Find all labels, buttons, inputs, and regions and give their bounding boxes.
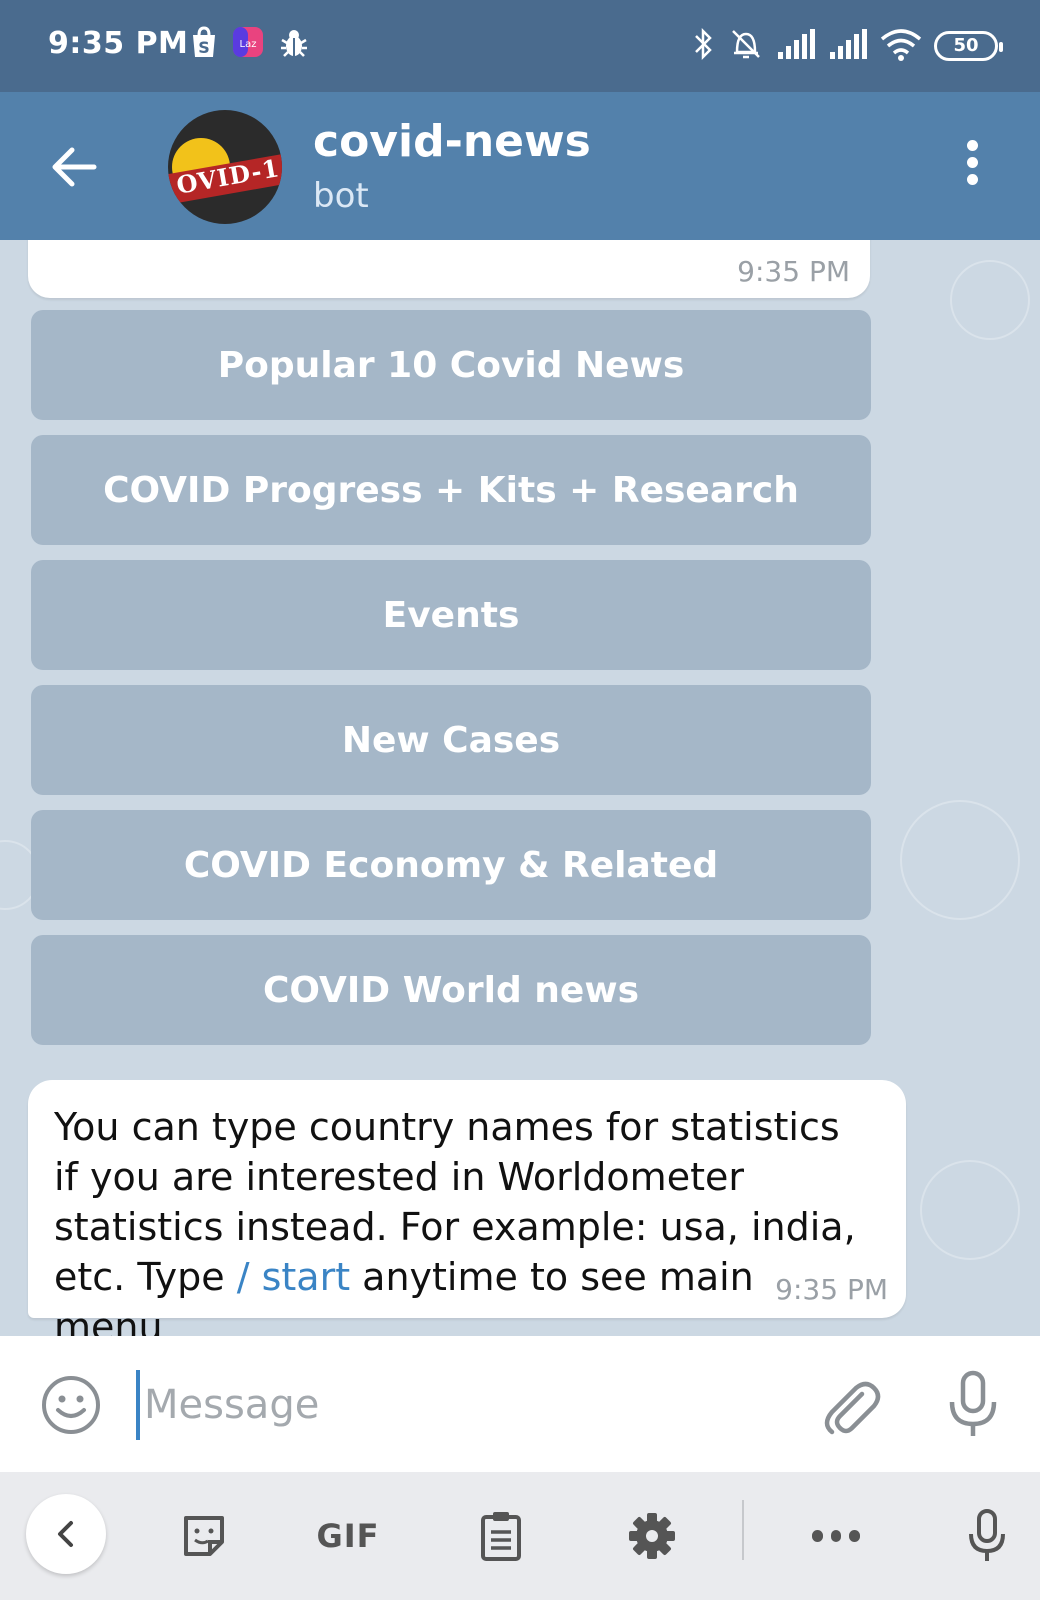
sticker-icon bbox=[184, 1516, 224, 1556]
economy-related-button[interactable]: COVID Economy & Related bbox=[31, 810, 871, 920]
bot-message-bubble: You can type country names for statistic… bbox=[28, 1080, 906, 1336]
more-icon bbox=[812, 1530, 823, 1542]
avatar[interactable]: OVID-1 bbox=[168, 110, 282, 224]
back-button[interactable] bbox=[42, 134, 108, 200]
settings-button[interactable] bbox=[624, 1500, 680, 1572]
background-doodle bbox=[900, 800, 1020, 920]
bug-icon bbox=[278, 26, 310, 62]
gear-icon bbox=[629, 1513, 675, 1559]
clipboard-icon bbox=[481, 1512, 521, 1561]
battery-indicator: 50 bbox=[934, 31, 1003, 61]
bot-message-text: You can type country names for statistic… bbox=[54, 1105, 856, 1336]
svg-text:Laz: Laz bbox=[240, 39, 257, 50]
world-news-button[interactable]: COVID World news bbox=[31, 935, 871, 1045]
new-cases-button[interactable]: New Cases bbox=[31, 685, 871, 795]
keyboard-toolbar: GIF bbox=[0, 1472, 1040, 1600]
lazada-icon: Laz bbox=[232, 26, 264, 62]
voice-input-button[interactable] bbox=[962, 1500, 1012, 1572]
wifi-icon bbox=[880, 27, 922, 65]
previous-message-bubble: 9:35 PM bbox=[28, 240, 870, 298]
chat-title[interactable]: covid-news bbox=[313, 116, 591, 167]
message-time: 9:35 PM bbox=[737, 255, 850, 288]
keyboard-back-button[interactable] bbox=[26, 1494, 106, 1574]
more-tools-button[interactable] bbox=[808, 1500, 864, 1572]
status-app-icons: S Laz bbox=[190, 26, 310, 62]
chat-subtitle: bot bbox=[313, 176, 369, 216]
progress-kits-research-button[interactable]: COVID Progress + Kits + Research bbox=[31, 435, 871, 545]
chat-header: OVID-1 covid-news bot bbox=[0, 92, 1040, 240]
more-vertical-icon bbox=[966, 140, 978, 151]
chevron-left-icon bbox=[58, 1521, 73, 1547]
popular-news-button[interactable]: Popular 10 Covid News bbox=[31, 310, 871, 420]
more-options-button[interactable] bbox=[960, 140, 984, 190]
status-time: 9:35 PM bbox=[48, 26, 189, 61]
signal-icon bbox=[776, 28, 816, 64]
svg-text:S: S bbox=[198, 38, 210, 57]
events-button[interactable]: Events bbox=[31, 560, 871, 670]
attach-button[interactable] bbox=[818, 1372, 884, 1438]
background-doodle bbox=[950, 260, 1030, 340]
message-input[interactable] bbox=[136, 1370, 776, 1440]
chat-area[interactable]: 9:35 PM Popular 10 Covid News COVID Prog… bbox=[0, 240, 1040, 1336]
signal-icon bbox=[828, 28, 868, 64]
paperclip-icon bbox=[824, 1381, 881, 1435]
alarm-off-icon bbox=[728, 26, 764, 66]
status-bar: 9:35 PM S Laz 50 bbox=[0, 0, 1040, 92]
clipboard-button[interactable] bbox=[476, 1500, 526, 1572]
sticker-button[interactable] bbox=[176, 1500, 232, 1572]
message-input-bar bbox=[0, 1336, 1040, 1472]
bluetooth-icon bbox=[692, 26, 716, 66]
microphone-icon bbox=[969, 1509, 1005, 1561]
voice-record-button[interactable] bbox=[944, 1370, 1002, 1440]
message-time: 9:35 PM bbox=[775, 1273, 888, 1306]
start-command-link[interactable]: / start bbox=[237, 1255, 350, 1299]
arrow-left-icon bbox=[52, 147, 97, 187]
shopee-icon: S bbox=[190, 26, 218, 62]
toolbar-divider bbox=[742, 1500, 744, 1560]
background-doodle bbox=[920, 1160, 1020, 1260]
gif-button[interactable]: GIF bbox=[312, 1500, 384, 1572]
emoji-button[interactable] bbox=[40, 1374, 102, 1436]
status-right-icons: 50 bbox=[692, 26, 1003, 66]
smiley-icon bbox=[42, 1376, 100, 1434]
microphone-icon bbox=[949, 1370, 997, 1436]
